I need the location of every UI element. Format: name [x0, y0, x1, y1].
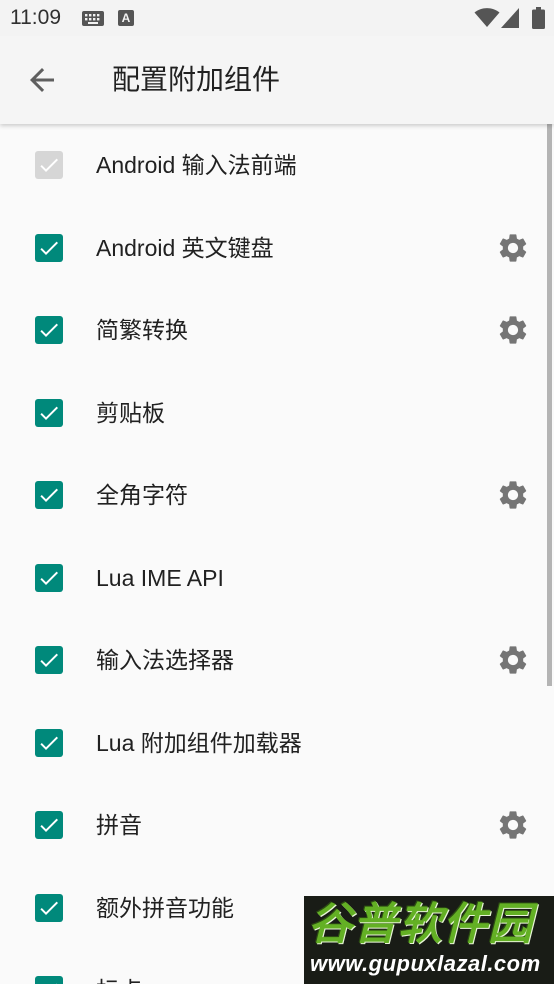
- plugin-checkbox[interactable]: [35, 976, 63, 984]
- plugin-row[interactable]: Lua 附加组件加载器: [0, 702, 554, 785]
- plugin-label: Lua 附加组件加载器: [96, 729, 302, 756]
- plugin-checkbox[interactable]: [35, 811, 63, 840]
- check-icon: [40, 653, 58, 668]
- plugin-checkbox[interactable]: [35, 316, 63, 345]
- watermark-title: 谷普软件园: [308, 900, 533, 949]
- settings-gear-icon[interactable]: [496, 231, 530, 265]
- plugin-checkbox[interactable]: [35, 893, 63, 922]
- plugin-checkbox[interactable]: [35, 481, 63, 510]
- plugin-label: 剪贴板: [96, 399, 165, 426]
- plugin-label: 拼音: [96, 812, 142, 838]
- plugin-checkbox[interactable]: [35, 398, 63, 427]
- plugin-label: 额外拼音功能: [96, 894, 234, 921]
- settings-gear-icon[interactable]: [496, 478, 530, 512]
- app-bar: 配置附加组件: [0, 36, 554, 124]
- plugin-row[interactable]: 全角字符: [0, 454, 554, 537]
- plugin-label: Android 输入法前端: [96, 152, 297, 178]
- status-bar: 11:09 A: [0, 0, 554, 36]
- plugin-label: Android 英文键盘: [96, 234, 274, 261]
- plugin-checkbox[interactable]: [35, 563, 63, 592]
- plugin-checkbox[interactable]: [35, 646, 63, 675]
- signal-icon: [501, 8, 519, 28]
- plugin-row[interactable]: 输入法选择器: [0, 619, 554, 702]
- watermark-logo: 谷普软件园 www.gupuxlazal.com: [304, 896, 554, 984]
- check-icon: [40, 323, 58, 338]
- plugin-row[interactable]: Android 英文键盘: [0, 207, 554, 290]
- plugin-list: Android 输入法前端 Android 英文键盘 简繁转换 剪贴板 全角字符…: [0, 124, 554, 984]
- check-icon: [40, 571, 58, 585]
- plugin-row[interactable]: 剪贴板: [0, 372, 554, 455]
- plugin-label: 全角字符: [96, 482, 188, 508]
- settings-gear-icon[interactable]: [496, 643, 530, 677]
- scrollbar[interactable]: [547, 124, 552, 686]
- back-button[interactable]: [24, 62, 60, 98]
- check-icon: [40, 818, 58, 833]
- settings-gear-icon[interactable]: [496, 313, 530, 347]
- plugin-checkbox: [35, 151, 63, 180]
- wifi-icon: [474, 8, 500, 27]
- plugin-checkbox[interactable]: [35, 233, 63, 262]
- check-icon: [40, 241, 58, 255]
- plugin-row[interactable]: 简繁转换: [0, 289, 554, 372]
- plugin-row: Android 输入法前端: [0, 124, 554, 207]
- check-icon: [40, 406, 58, 420]
- plugin-row[interactable]: 拼音: [0, 784, 554, 867]
- plugin-label: 简繁转换: [96, 317, 188, 343]
- check-icon: [56, 983, 57, 984]
- keyboard-icon: [82, 11, 104, 26]
- plugin-label: 标点: [96, 949, 142, 984]
- settings-gear-icon[interactable]: [496, 808, 530, 842]
- arrow-back-icon: [30, 68, 54, 92]
- check-icon: [40, 488, 58, 503]
- check-icon: [40, 158, 58, 173]
- plugin-checkbox[interactable]: [35, 728, 63, 757]
- check-icon: [40, 736, 58, 750]
- status-time: 11:09: [10, 6, 61, 29]
- check-icon: [40, 901, 58, 915]
- a-icon: A: [118, 10, 134, 26]
- battery-icon: [532, 7, 545, 29]
- plugin-row[interactable]: Lua IME API: [0, 537, 554, 620]
- watermark-url: www.gupuxlazal.com: [310, 951, 541, 976]
- plugin-label: Lua IME API: [96, 564, 224, 591]
- page-title: 配置附加组件: [112, 64, 281, 95]
- plugin-label: 输入法选择器: [96, 647, 234, 673]
